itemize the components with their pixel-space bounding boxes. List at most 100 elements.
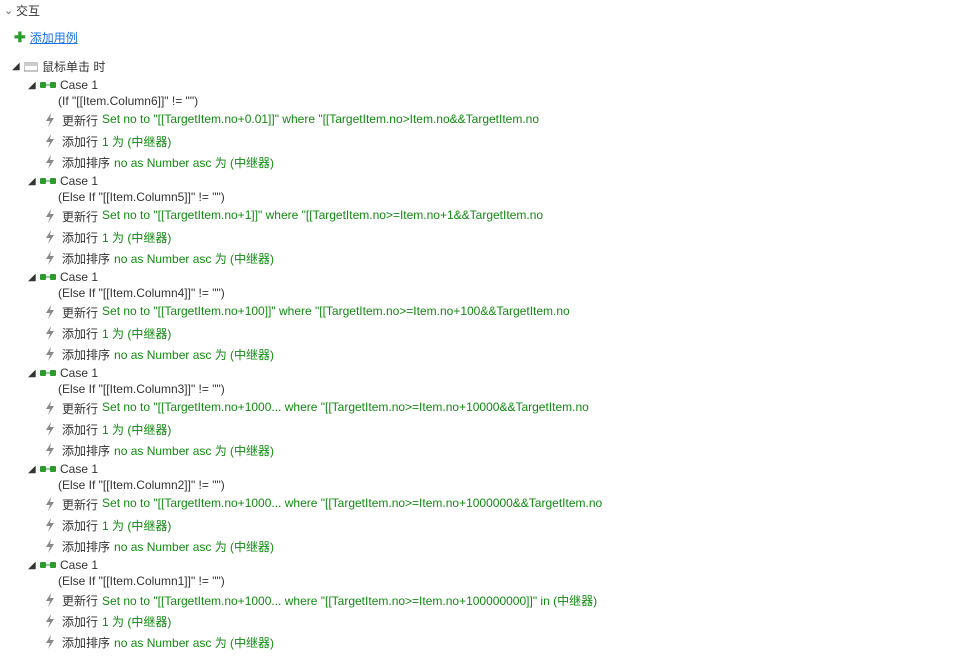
event-label: 鼠标单击 时	[42, 58, 105, 75]
case-condition: (If "[[Item.Column6]]" != "")	[28, 94, 956, 108]
case-label: Case 1	[60, 174, 98, 188]
case-icon	[40, 79, 56, 91]
action-row[interactable]: 添加行1 为 (中继器)	[28, 419, 956, 440]
lightning-icon	[44, 305, 58, 317]
lightning-icon	[44, 443, 58, 455]
case-icon	[40, 271, 56, 283]
lightning-icon	[44, 539, 58, 551]
action-row[interactable]: 更新行 Set no to "[[TargetItem.no+100]]" whe…	[28, 302, 956, 323]
action-label: 添加行	[62, 229, 98, 246]
collapse-toggle-icon[interactable]: ◢	[28, 560, 40, 571]
action-label: 更新行	[62, 208, 98, 225]
action-value: 1 为 (中继器)	[102, 613, 171, 630]
case-label: Case 1	[60, 366, 98, 380]
action-row[interactable]: 更新行Set no to "[[TargetItem.no+1000... wh…	[28, 494, 956, 515]
action-label: 添加行	[62, 517, 98, 534]
action-value: Set no to "[[TargetItem.no+1000... where…	[102, 400, 589, 414]
case-condition: (Else If "[[Item.Column3]]" != "")	[28, 382, 956, 396]
action-label: 更新行	[62, 304, 98, 321]
action-label: 更新行	[62, 496, 98, 513]
collapse-toggle-icon[interactable]: ◢	[12, 61, 24, 72]
action-value: 1 为 (中继器)	[102, 229, 171, 246]
add-case-link[interactable]: 添加用例	[30, 29, 78, 46]
lightning-icon	[44, 614, 58, 626]
case-icon	[40, 463, 56, 475]
action-row[interactable]: 添加排序no as Number asc 为 (中继器)	[28, 248, 956, 269]
collapse-toggle-icon[interactable]: ◢	[28, 368, 40, 379]
event-row[interactable]: ◢ 鼠标单击 时	[4, 56, 956, 77]
section-title: 交互	[16, 2, 40, 19]
case-condition: (Else If "[[Item.Column2]]" != "")	[28, 478, 956, 492]
collapse-toggle-icon[interactable]: ◢	[28, 272, 40, 283]
collapse-toggle-icon[interactable]: ◢	[28, 80, 40, 91]
lightning-icon	[44, 326, 58, 338]
action-row[interactable]: 添加行1 为 (中继器)	[28, 323, 956, 344]
action-row[interactable]: 添加行1 为 (中继器)	[28, 131, 956, 152]
lightning-icon	[44, 401, 58, 413]
action-row[interactable]: 添加行1 为 (中继器)	[28, 515, 956, 536]
action-value: Set no to "[[TargetItem.no+0.01]]" where…	[102, 112, 539, 126]
action-row[interactable]: 更新行 Set no to "[[TargetItem.no+1]]" where…	[28, 206, 956, 227]
add-case-row[interactable]: ✚ 添加用例	[4, 21, 956, 56]
action-label: 添加排序	[62, 442, 110, 459]
case-icon	[40, 559, 56, 571]
lightning-icon	[44, 422, 58, 434]
action-label: 更新行	[62, 112, 98, 129]
case-icon	[40, 175, 56, 187]
section-header[interactable]: ⌄ 交互	[4, 0, 956, 21]
action-value: Set no to "[[TargetItem.no+1000... where…	[102, 592, 597, 609]
collapse-toggle-icon[interactable]: ◢	[28, 176, 40, 187]
action-label: 添加排序	[62, 154, 110, 171]
case-row[interactable]: ◢ Case 1	[28, 365, 956, 381]
case-row[interactable]: ◢ Case 1	[28, 461, 956, 477]
lightning-icon	[44, 209, 58, 221]
action-label: 添加排序	[62, 346, 110, 363]
collapse-toggle-icon[interactable]: ◢	[28, 464, 40, 475]
case-label: Case 1	[60, 270, 98, 284]
action-row[interactable]: 更新行Set no to "[[TargetItem.no+1000... wh…	[28, 398, 956, 419]
action-value: no as Number asc 为 (中继器)	[114, 538, 274, 555]
action-value: 1 为 (中继器)	[102, 325, 171, 342]
action-value: no as Number asc 为 (中继器)	[114, 634, 274, 651]
action-label: 添加排序	[62, 250, 110, 267]
action-row[interactable]: 添加排序no as Number asc 为 (中继器)	[28, 632, 956, 653]
action-value: Set no to "[[TargetItem.no+100]]" where …	[102, 304, 570, 318]
lightning-icon	[44, 518, 58, 530]
action-row[interactable]: 更新行 Set no to "[[TargetItem.no+0.01]]" wh…	[28, 110, 956, 131]
action-value: no as Number asc 为 (中继器)	[114, 346, 274, 363]
action-value: 1 为 (中继器)	[102, 421, 171, 438]
event-icon	[24, 61, 38, 73]
case-label: Case 1	[60, 462, 98, 476]
case-condition: (Else If "[[Item.Column5]]" != "")	[28, 190, 956, 204]
action-row[interactable]: 添加排序no as Number asc 为 (中继器)	[28, 536, 956, 557]
action-row[interactable]: 添加行1 为 (中继器)	[28, 611, 956, 632]
action-label: 添加行	[62, 421, 98, 438]
action-row[interactable]: 添加排序no as Number asc 为 (中继器)	[28, 440, 956, 461]
plus-icon: ✚	[14, 29, 26, 46]
action-value: no as Number asc 为 (中继器)	[114, 442, 274, 459]
lightning-icon	[44, 251, 58, 263]
action-value: no as Number asc 为 (中继器)	[114, 154, 274, 171]
action-label: 添加行	[62, 133, 98, 150]
case-row[interactable]: ◢ Case 1	[28, 173, 956, 189]
lightning-icon	[44, 593, 58, 605]
lightning-icon	[44, 230, 58, 242]
action-row[interactable]: 添加行1 为 (中继器)	[28, 227, 956, 248]
action-row[interactable]: 添加排序no as Number asc 为 (中继器)	[28, 344, 956, 365]
chevron-down-icon: ⌄	[4, 4, 16, 17]
case-row[interactable]: ◢Case 1	[28, 77, 956, 93]
action-row[interactable]: 更新行Set no to "[[TargetItem.no+1000... wh…	[28, 590, 956, 611]
action-label: 添加排序	[62, 634, 110, 651]
action-value: no as Number asc 为 (中继器)	[114, 250, 274, 267]
lightning-icon	[44, 497, 58, 509]
lightning-icon	[44, 155, 58, 167]
action-row[interactable]: 添加排序no as Number asc 为 (中继器)	[28, 152, 956, 173]
action-value: Set no to "[[TargetItem.no+1]]" where "[…	[102, 208, 543, 222]
action-label: 添加行	[62, 613, 98, 630]
lightning-icon	[44, 635, 58, 647]
case-row[interactable]: ◢ Case 1	[28, 269, 956, 285]
case-icon	[40, 367, 56, 379]
action-label: 添加排序	[62, 538, 110, 555]
case-label: Case 1	[60, 558, 98, 572]
case-row[interactable]: ◢ Case 1	[28, 557, 956, 573]
